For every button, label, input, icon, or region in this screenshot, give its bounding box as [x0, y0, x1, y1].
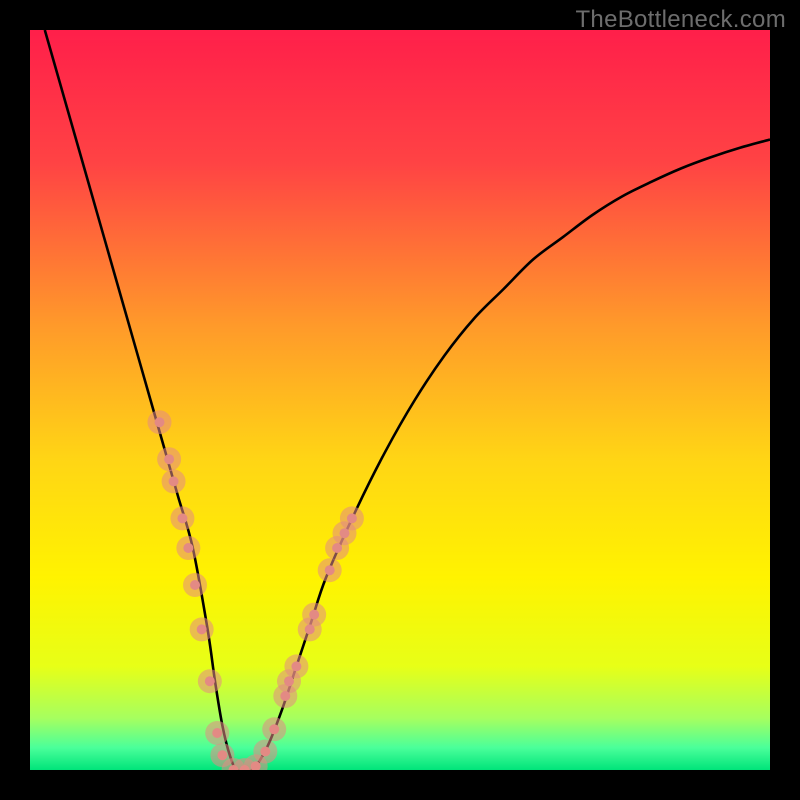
data-marker-core	[164, 454, 174, 464]
chart-frame: TheBottleneck.com	[0, 0, 800, 800]
data-marker-core	[169, 476, 179, 486]
data-marker-core	[269, 724, 279, 734]
data-marker-core	[260, 747, 270, 757]
data-marker-core	[183, 543, 193, 553]
data-marker-core	[205, 676, 215, 686]
data-marker-core	[190, 580, 200, 590]
data-marker-core	[309, 610, 319, 620]
data-marker-core	[291, 661, 301, 671]
data-marker-core	[325, 565, 335, 575]
data-marker-core	[177, 513, 187, 523]
bottleneck-curve	[45, 30, 770, 770]
data-marker-core	[155, 417, 165, 427]
curve-layer	[30, 30, 770, 770]
watermark-text: TheBottleneck.com	[575, 6, 786, 34]
marker-layer	[148, 410, 364, 770]
data-marker-core	[197, 624, 207, 634]
data-marker-core	[212, 728, 222, 738]
data-marker-core	[217, 750, 227, 760]
plot-area	[30, 30, 770, 770]
data-marker-core	[347, 513, 357, 523]
